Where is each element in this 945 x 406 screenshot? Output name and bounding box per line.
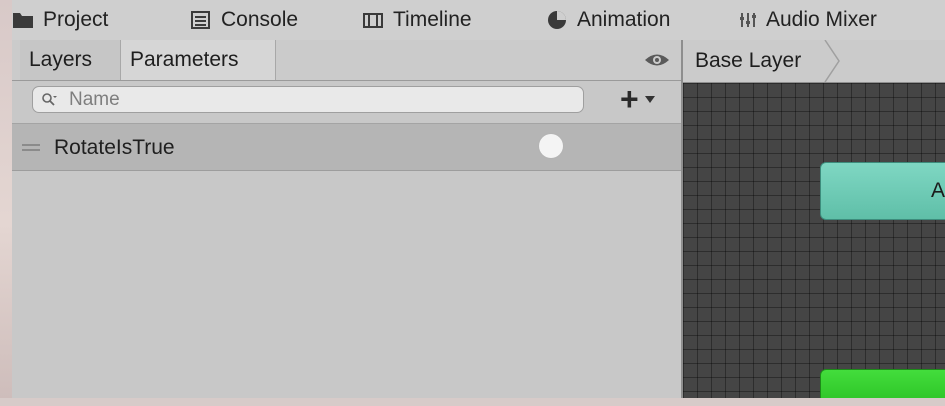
- tab-label: Parameters: [130, 48, 239, 71]
- parameter-row[interactable]: RotateIsTrue: [12, 123, 681, 171]
- animator-parameters-panel: Layers Parameters + RotateIsTrue: [12, 40, 681, 398]
- state-node[interactable]: A: [820, 162, 945, 220]
- tab-label: Layers: [29, 48, 93, 71]
- tab-animation[interactable]: Animation: [546, 6, 670, 34]
- tab-project[interactable]: Project: [12, 6, 108, 34]
- tab-label: Animation: [577, 8, 671, 31]
- graph-header: Base Layer: [683, 40, 945, 83]
- state-node-label: A: [931, 179, 945, 202]
- animation-icon: [546, 9, 568, 31]
- background-edge-bottom: [0, 398, 945, 406]
- add-parameter-button[interactable]: +: [620, 83, 670, 115]
- timeline-icon: [362, 9, 384, 31]
- search-row: +: [12, 81, 681, 123]
- search-input[interactable]: [69, 88, 569, 111]
- breadcrumb[interactable]: Base Layer: [683, 40, 853, 82]
- search-icon: [41, 92, 57, 108]
- folder-icon: [12, 9, 34, 31]
- tab-label: Audio Mixer: [766, 8, 877, 31]
- breadcrumb-label: Base Layer: [695, 49, 802, 72]
- bool-toggle[interactable]: [539, 134, 563, 158]
- breadcrumb-arrow-icon: [824, 40, 840, 82]
- plus-icon: +: [620, 81, 639, 117]
- chevron-down-icon: [644, 95, 655, 103]
- window-tab-strip: Project Console Timeline Animation Audio…: [12, 0, 945, 41]
- eye-icon[interactable]: [644, 52, 670, 68]
- tab-timeline[interactable]: Timeline: [362, 6, 472, 34]
- entry-state-node[interactable]: [820, 369, 945, 398]
- tab-layers[interactable]: Layers: [20, 40, 121, 80]
- parameter-name: RotateIsTrue: [54, 136, 175, 159]
- tab-label: Console: [221, 8, 299, 31]
- tab-label: Timeline: [393, 8, 472, 31]
- search-field[interactable]: [32, 86, 584, 113]
- tab-label: Project: [43, 8, 109, 31]
- tab-console[interactable]: Console: [190, 6, 298, 34]
- tab-parameters[interactable]: Parameters: [121, 40, 276, 80]
- tab-audio-mixer[interactable]: Audio Mixer: [739, 6, 877, 34]
- state-machine-graph[interactable]: A: [683, 83, 945, 398]
- console-icon: [190, 9, 212, 31]
- panel-tab-bar: Layers Parameters: [12, 40, 681, 81]
- drag-handle-icon[interactable]: [22, 144, 40, 151]
- background-edge: [0, 0, 12, 406]
- audio-mixer-icon: [739, 9, 757, 31]
